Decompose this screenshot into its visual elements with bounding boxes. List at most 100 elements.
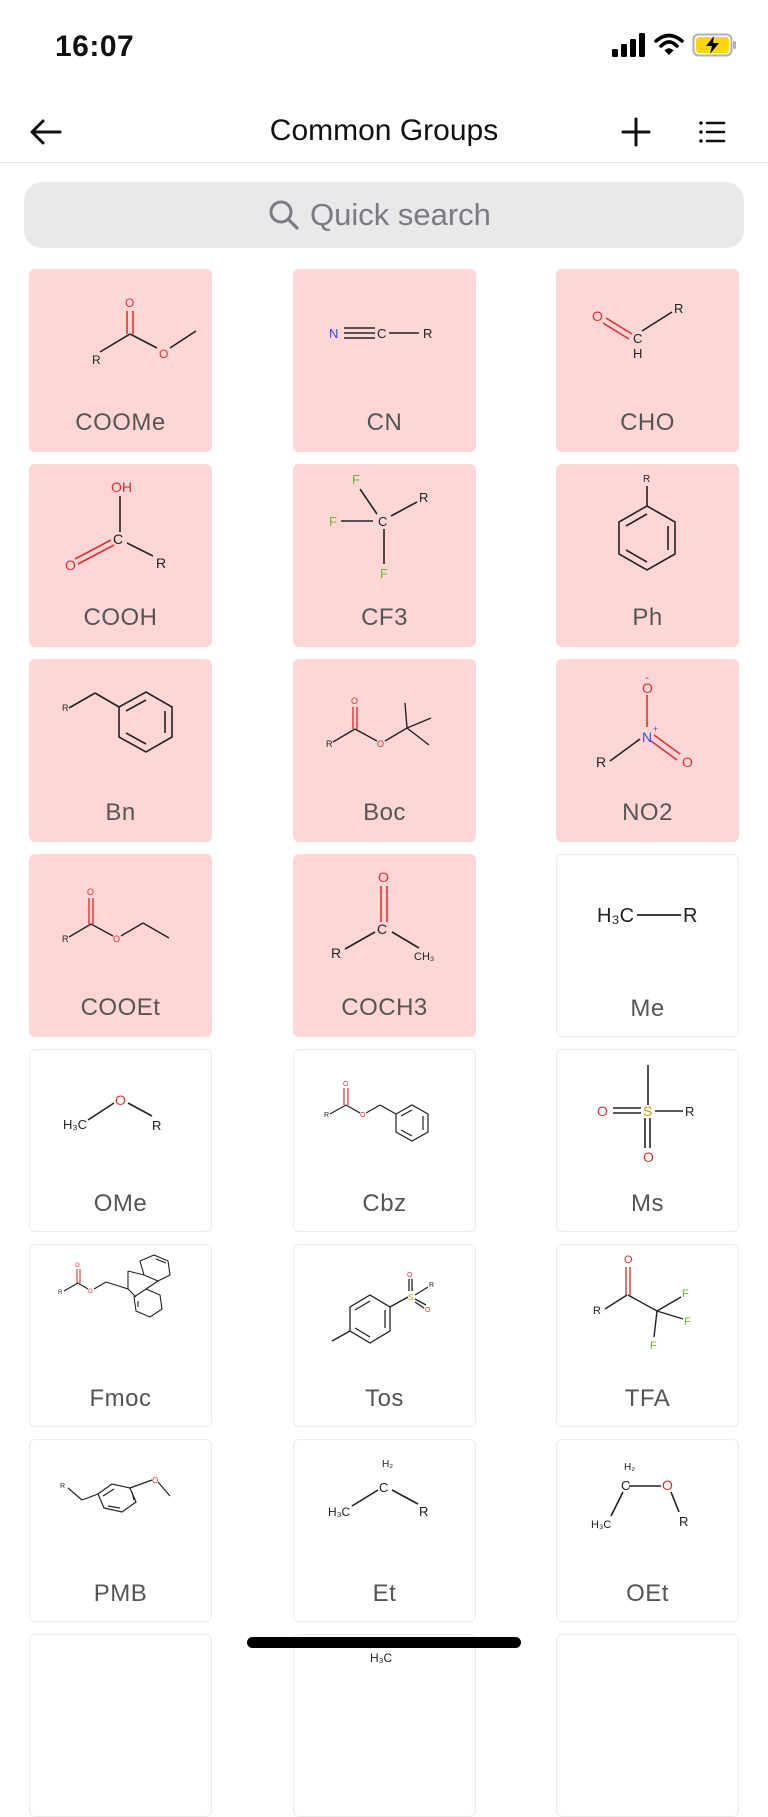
atom-f: F <box>682 1288 689 1300</box>
boc-structure: R O O <box>326 696 432 749</box>
atom-c: C <box>377 326 386 341</box>
atom-h3c: H₃C <box>328 1505 351 1519</box>
atom-r: R <box>423 326 432 341</box>
ph-structure: R <box>618 474 676 571</box>
group-label: Cbz <box>362 1190 407 1217</box>
add-icon[interactable] <box>616 112 656 152</box>
group-label: Ms <box>631 1190 664 1217</box>
atom-ch3: CH₃ <box>414 951 434 963</box>
atom-r: R <box>92 353 101 367</box>
atom-r: R <box>326 739 333 749</box>
atom-f: F <box>650 1340 657 1352</box>
group-cell-fmoc[interactable]: R O O Fmoc <box>29 1244 212 1427</box>
oet-structure: H₂ C O H₃C R <box>591 1462 688 1531</box>
atom-r: R <box>324 1112 329 1119</box>
group-label: COOMe <box>75 409 166 436</box>
atom-o: O <box>351 696 358 706</box>
atom-r: R <box>419 490 428 505</box>
group-label: COOH <box>83 604 158 631</box>
group-cell-boc[interactable]: R O O Boc <box>293 659 476 842</box>
atom-n: N <box>329 326 338 341</box>
atom-o: O <box>125 296 134 310</box>
no2-structure: - O N + R O <box>596 670 693 770</box>
atom-f: F <box>352 472 360 487</box>
group-label: TFA <box>624 1385 671 1412</box>
group-label: OEt <box>626 1580 669 1607</box>
atom-c: C <box>377 921 387 937</box>
group-cell-cf3[interactable]: F F C F R CF3 <box>293 464 476 647</box>
atom-charge-plus: + <box>653 724 658 734</box>
group-cell-ms[interactable]: O S R O Ms <box>556 1049 739 1232</box>
me-structure: H₃C R <box>597 905 697 927</box>
group-cell-cn[interactable]: N C R CN <box>293 269 476 452</box>
group-cell-me[interactable]: H₃C R Me <box>556 854 739 1037</box>
search-icon <box>269 200 299 230</box>
group-cell-ph[interactable]: R Ph <box>556 464 739 647</box>
ome-structure: H₃C O R <box>63 1092 161 1133</box>
cellular-signal-icon <box>612 33 645 57</box>
group-cell-et[interactable]: H₂ C H₃C R Et <box>293 1439 476 1622</box>
navigation-bar: Common Groups <box>0 100 768 163</box>
cho-structure: O C H R <box>592 301 683 361</box>
group-cell-cooet[interactable]: R O O COOEt <box>29 854 212 1037</box>
atom-n: N <box>642 729 652 745</box>
atom-r: R <box>62 703 69 713</box>
group-cell-tfa[interactable]: O R F F F TFA <box>556 1244 739 1427</box>
atom-r: R <box>152 1118 161 1133</box>
group-cell-oet[interactable]: H₂ C O H₃C R OEt <box>556 1439 739 1622</box>
atom-h2: H₂ <box>624 1462 635 1473</box>
group-cell-cho[interactable]: O C H R CHO <box>556 269 739 452</box>
cbz-structure: R O O <box>324 1081 429 1142</box>
group-label: NO2 <box>622 799 673 826</box>
group-cell-coch3[interactable]: O C R CH₃ COCH3 <box>293 854 476 1037</box>
search-bar[interactable] <box>24 182 744 248</box>
group-cell-cooh[interactable]: OH C O R COOH <box>29 464 212 647</box>
group-label: Tos <box>365 1385 404 1412</box>
group-cell-partial[interactable] <box>556 1634 739 1817</box>
atom-r: R <box>593 1305 601 1317</box>
group-label: CHO <box>620 409 675 436</box>
atom-o: O <box>159 347 168 361</box>
list-menu-icon[interactable] <box>692 112 732 152</box>
atom-f: F <box>329 514 337 529</box>
tos-structure: O S R O <box>331 1272 434 1344</box>
atom-r: R <box>60 1483 65 1490</box>
atom-o: O <box>643 1149 654 1165</box>
group-cell-tos[interactable]: O S R O Tos <box>293 1244 476 1427</box>
atom-o: O <box>642 680 653 696</box>
group-cell-bn[interactable]: R Bn <box>29 659 212 842</box>
group-cell-partial[interactable] <box>29 1634 212 1817</box>
group-cell-coome[interactable]: R O O COOMe <box>29 269 212 452</box>
atom-r: R <box>58 1290 63 1296</box>
atom-s: S <box>643 1103 652 1119</box>
coome-structure: R O O <box>92 296 197 367</box>
group-cell-cbz[interactable]: R O O Cbz <box>293 1049 476 1232</box>
group-label: Boc <box>363 799 406 826</box>
atom-o: O <box>87 887 94 897</box>
atom-r: R <box>419 1504 428 1519</box>
group-cell-no2[interactable]: - O N + R O NO2 <box>556 659 739 842</box>
atom-h2: H₂ <box>382 1459 393 1470</box>
search-input[interactable] <box>310 197 500 233</box>
atom-o: O <box>592 308 603 324</box>
atom-o: O <box>115 1092 126 1108</box>
atom-o: O <box>425 1307 431 1314</box>
atom-c: C <box>378 514 387 529</box>
atom-c: C <box>621 1478 630 1493</box>
status-bar: 16:07 <box>0 0 768 90</box>
group-cell-ome[interactable]: H₃C O R OMe <box>29 1049 212 1232</box>
atom-r: R <box>679 1514 688 1529</box>
atom-o: O <box>597 1103 608 1119</box>
battery-charging-icon <box>692 33 736 57</box>
group-label: Et <box>372 1580 397 1607</box>
atom-o: O <box>88 1289 93 1295</box>
atom-c: C <box>113 531 123 547</box>
back-arrow-icon[interactable] <box>26 112 66 152</box>
bn-structure: R <box>62 691 173 753</box>
group-cell-pmb[interactable]: R O PMB <box>29 1439 212 1622</box>
status-icons <box>610 30 738 60</box>
atom-o: O <box>343 1081 349 1088</box>
et-structure: H₂ C H₃C R <box>328 1459 428 1519</box>
wifi-icon <box>654 33 684 55</box>
group-label: PMB <box>93 1580 148 1607</box>
